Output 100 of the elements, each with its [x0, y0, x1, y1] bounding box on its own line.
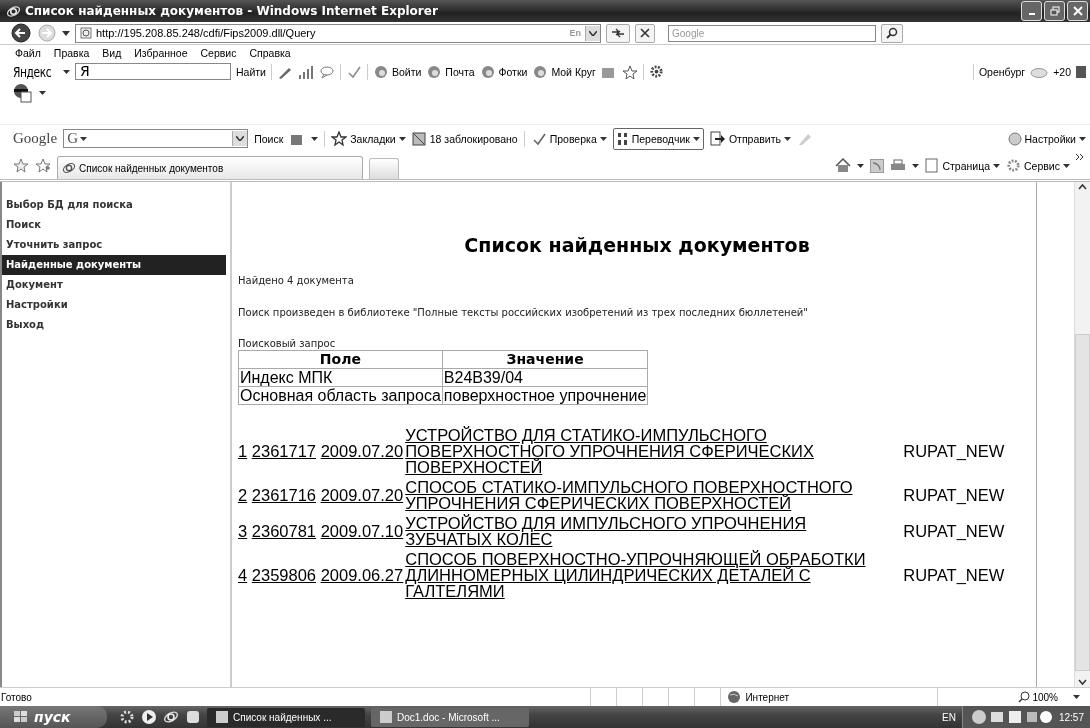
favorites-star-icon[interactable] [13, 158, 29, 173]
toolbar-button[interactable]: Мой Круг [532, 64, 596, 79]
dropdown-caret-icon[interactable] [1073, 695, 1080, 699]
caret-icon [398, 136, 406, 141]
sidebar-item[interactable]: Поиск [2, 215, 226, 235]
address-field[interactable]: http://195.208.85.248/cdfi/Fips2009.dll/Query En [75, 23, 601, 43]
popup-blocker-button[interactable]: 18 заблокировано [411, 131, 518, 146]
date-link[interactable]: 2009.06.27 [320, 566, 404, 584]
date-link[interactable]: 2009.07.20 [320, 442, 404, 460]
dropdown-caret-icon[interactable] [62, 30, 70, 36]
library-text: Поиск произведен в библиотеке "Полные тексты российских изобретений из трех последних бюллетеней" [238, 307, 809, 318]
document-title-link[interactable]: СПОСОБ СТАТИКО-ИМПУЛЬСНОГО ПОВЕРХНОСТНОГО УПРОЧНЕНИЯ СФЕРИЧЕСКИХ ПОВЕРХНОСТЕЙ [405, 479, 896, 511]
dropdown-caret-icon[interactable] [63, 69, 70, 74]
patent-number-link[interactable]: 2361717 [251, 442, 317, 460]
close-icon [1072, 6, 1083, 16]
start-button[interactable]: пуск [0, 706, 107, 728]
send-button[interactable]: Отправить [709, 131, 791, 146]
document-title-link[interactable]: СПОСОБ ПОВЕРХНОСТНО-УПРОЧНЯЮЩЕЙ ОБРАБОТКИ ДЛИННОМЕРНЫХ ЦИЛИНДРИЧЕСКИХ ДЕТАЛЕЙ С ГАЛТЕЛЯМИ [405, 551, 896, 599]
app-icon[interactable] [185, 709, 201, 725]
add-favorite-icon[interactable] [35, 158, 51, 173]
restore-button[interactable] [1044, 1, 1065, 21]
patent-number-link[interactable]: 2361716 [251, 486, 317, 504]
sidebar-item[interactable]: Уточнить запрос [2, 235, 226, 255]
settings-button[interactable]: Настройки [1007, 131, 1086, 146]
keyboard-language[interactable]: EN [942, 711, 956, 723]
menu-item[interactable]: Сервис [200, 47, 237, 61]
google-logo[interactable]: Google [13, 130, 58, 147]
play-icon[interactable] [141, 709, 157, 725]
refresh-button[interactable] [606, 23, 630, 43]
sidebar-item[interactable]: Настройки [2, 295, 226, 315]
menu-item[interactable]: Избранное [134, 47, 188, 61]
document-title-link[interactable]: УСТРОЙСТВО ДЛЯ СТАТИКО-ИМПУЛЬСНОГО ПОВЕРХНОСТНОГО УПРОЧНЕНИЯ СФЕРИЧЕСКИХ ПОВЕРХНОСТЕЙ [405, 427, 896, 475]
zoom-button[interactable]: 100% [1018, 691, 1058, 703]
scrollbar-thumb[interactable] [1075, 334, 1090, 671]
google-search-field[interactable]: G [63, 129, 249, 148]
settings-icon[interactable] [648, 64, 664, 79]
home-icon[interactable] [835, 158, 852, 173]
service-icon [532, 64, 549, 79]
chevron-icon[interactable] [1076, 154, 1084, 160]
patent-number-link[interactable]: 2359806 [251, 566, 317, 584]
menu-item[interactable]: Справка [249, 47, 291, 61]
minimize-button[interactable] [1021, 1, 1042, 21]
zoom-icon [1018, 691, 1031, 703]
feed-icon[interactable] [870, 158, 885, 173]
date-link[interactable]: 2009.07.20 [320, 486, 404, 504]
print-icon[interactable] [890, 158, 907, 173]
page-menu-button[interactable]: Страница [925, 158, 1001, 173]
back-button[interactable] [10, 23, 32, 43]
sidebar-item[interactable]: Выход [2, 315, 226, 335]
result-number-link[interactable]: 3 [238, 522, 248, 540]
dropdown-caret-icon[interactable] [857, 163, 865, 168]
spellcheck-icon[interactable] [345, 64, 362, 79]
vertical-scrollbar[interactable] [1074, 182, 1090, 687]
browser-tab[interactable]: Список найденных документов [57, 156, 363, 179]
bookmarks-button[interactable]: Закладки [331, 131, 406, 146]
result-number-link[interactable]: 1 [238, 442, 248, 460]
signal-bars-icon[interactable] [297, 64, 314, 79]
star-icon[interactable] [621, 64, 638, 79]
sidebar-item[interactable]: Документ [2, 275, 226, 295]
yandex-search-field[interactable]: Я [75, 63, 231, 80]
find-button[interactable]: Найти [236, 65, 266, 78]
pdf-document-icon[interactable] [13, 83, 33, 103]
address-dropdown-button[interactable] [585, 25, 600, 41]
date-link[interactable]: 2009.07.10 [320, 522, 404, 540]
dropdown-caret-icon[interactable] [39, 91, 46, 95]
translator-button[interactable]: Переводчик [612, 127, 704, 150]
yandex-logo[interactable]: Яндекс [13, 63, 52, 80]
result-number-link[interactable]: 2 [238, 486, 248, 504]
spellcheck-button[interactable]: Проверка [530, 131, 607, 146]
tray-icons-drawing[interactable] [970, 709, 1053, 725]
dropdown-caret-icon[interactable] [311, 136, 319, 141]
taskbar-button[interactable]: Doc1.doc - Microsoft ... [371, 707, 529, 727]
flower-icon[interactable] [119, 709, 135, 725]
document-title-link[interactable]: УСТРОЙСТВО ДЛЯ ИМПУЛЬСНОГО УПРОЧНЕНИЯ ЗУБЧАТЫХ КОЛЕС [405, 515, 896, 547]
tools-menu-button[interactable]: Сервис [1006, 158, 1070, 173]
globe-icon [727, 690, 742, 704]
close-button[interactable] [1067, 1, 1088, 21]
speech-bubble-icon[interactable] [318, 64, 335, 79]
sidebar-item[interactable]: Найденные документы [2, 255, 226, 275]
city-text[interactable]: Оренбург [978, 65, 1026, 78]
stop-button[interactable] [635, 23, 655, 43]
sidebar-item[interactable]: Выбор БД для поиска [2, 195, 226, 215]
toolbar-button[interactable]: Войти [372, 64, 422, 79]
result-number-link[interactable]: 4 [238, 566, 248, 584]
dropdown-caret-icon[interactable] [912, 163, 920, 168]
field-dropdown-button[interactable] [232, 131, 248, 146]
search-button[interactable]: Поиск [254, 132, 284, 145]
temperature-text[interactable]: +20 [1053, 65, 1071, 78]
menu-item[interactable]: Файл [15, 47, 41, 61]
menu-item[interactable]: Вид [102, 47, 122, 61]
menu-item[interactable]: Правка [53, 47, 90, 61]
patent-number-link[interactable]: 2360781 [251, 522, 317, 540]
language-indicator: En [569, 28, 581, 38]
windows-flag-icon [12, 710, 30, 724]
toolbar-button[interactable]: Почта [426, 64, 475, 79]
search-button[interactable] [881, 23, 903, 43]
taskbar-button[interactable]: Список найденных ... [207, 707, 365, 727]
browser-logo-icon[interactable] [163, 709, 179, 725]
search-field[interactable]: Google [668, 24, 876, 42]
toolbar-button[interactable]: Фотки [479, 64, 528, 79]
